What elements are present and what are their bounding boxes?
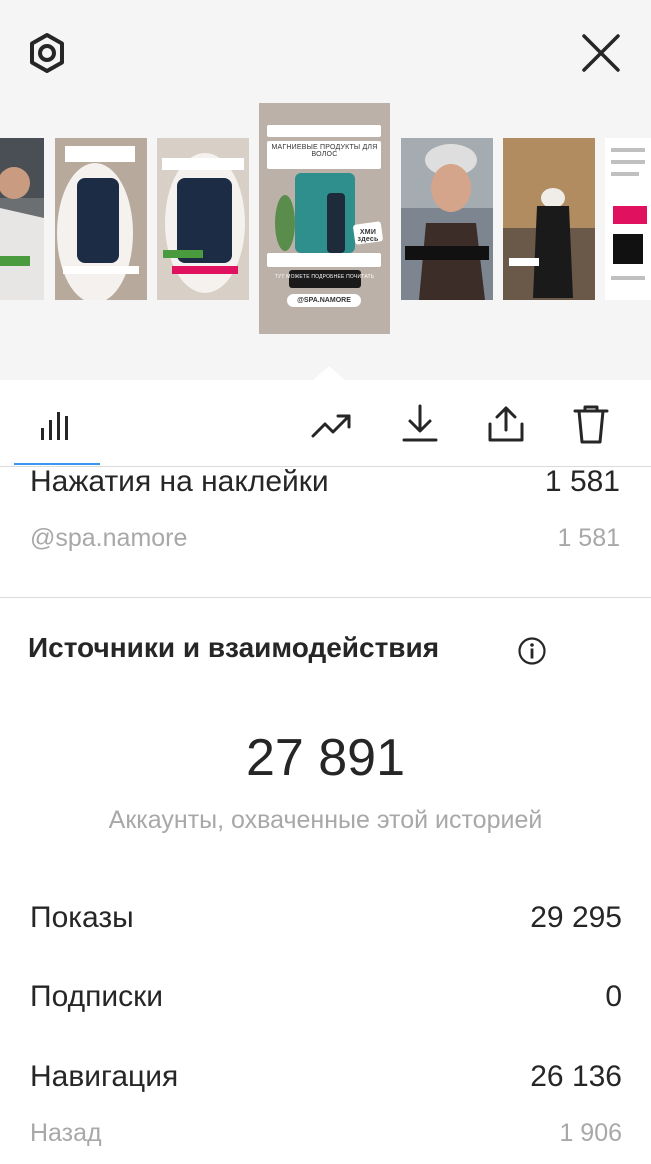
sticker-detail-value: 1 581 <box>557 524 620 552</box>
story-thumbnail[interactable] <box>605 138 651 300</box>
trending-up-icon[interactable] <box>309 402 353 446</box>
metric-label: Навигация <box>30 1060 179 1093</box>
story-thumbnail[interactable] <box>157 138 249 300</box>
gear-icon[interactable] <box>24 30 70 76</box>
story-cta: ТУТ МОЖЕТЕ ПОДРОБНЕЕ ПОЧИТАТЬ <box>274 274 375 280</box>
section-divider <box>0 597 651 598</box>
accounts-reached-label: Аккаунты, охваченные этой историей <box>108 806 543 834</box>
metric-value: 29 295 <box>530 901 622 934</box>
sticker-taps-value: 1 581 <box>544 465 620 498</box>
metric-row-follows: Подписки 0 <box>30 980 622 1016</box>
accounts-reached-value: 27 891 <box>245 729 406 787</box>
selected-story-pointer <box>313 366 345 380</box>
sticker-detail-label: @spa.namore <box>30 524 188 552</box>
story-headline: МАГНИЕВЫЕ ПРОДУКТЫ ДЛЯ ВОЛОС <box>271 144 378 158</box>
story-mention-sticker[interactable]: @SPA.NAMORE <box>287 294 361 307</box>
metric-label: Подписки <box>30 980 163 1013</box>
sticker-detail-row: @spa.namore 1 581 <box>30 524 622 556</box>
bar-chart-icon[interactable] <box>34 402 78 446</box>
info-icon[interactable] <box>517 636 547 666</box>
story-sticker: ХМИ здесь <box>357 229 379 243</box>
section-title: Источники и взаимодействия <box>28 632 440 663</box>
metric-value: 26 136 <box>530 1060 622 1093</box>
selected-story-preview[interactable]: МАГНИЕВЫЕ ПРОДУКТЫ ДЛЯ ВОЛОС ХМИ здесь Т… <box>259 103 390 334</box>
sticker-taps-row: Нажатия на наклейки 1 581 <box>30 465 622 501</box>
sticker-taps-label: Нажатия на наклейки <box>30 465 329 498</box>
metric-row-navigation: Навигация 26 136 <box>30 1060 622 1096</box>
close-icon[interactable] <box>578 30 624 76</box>
share-icon[interactable] <box>484 402 528 446</box>
metric-label: Назад <box>30 1119 102 1147</box>
story-thumbnail[interactable] <box>503 138 595 300</box>
trash-icon[interactable] <box>569 402 613 446</box>
metric-row-impressions: Показы 29 295 <box>30 901 622 937</box>
metric-value: 1 906 <box>559 1119 622 1147</box>
metric-label: Показы <box>30 901 134 934</box>
story-toolbar <box>0 380 651 467</box>
story-thumbnail[interactable] <box>401 138 493 300</box>
metric-value: 0 <box>605 980 622 1013</box>
story-thumbnail[interactable] <box>0 138 44 300</box>
download-icon[interactable] <box>398 402 442 446</box>
metric-row-back: Назад 1 906 <box>30 1119 622 1151</box>
story-thumbnail[interactable] <box>55 138 147 300</box>
